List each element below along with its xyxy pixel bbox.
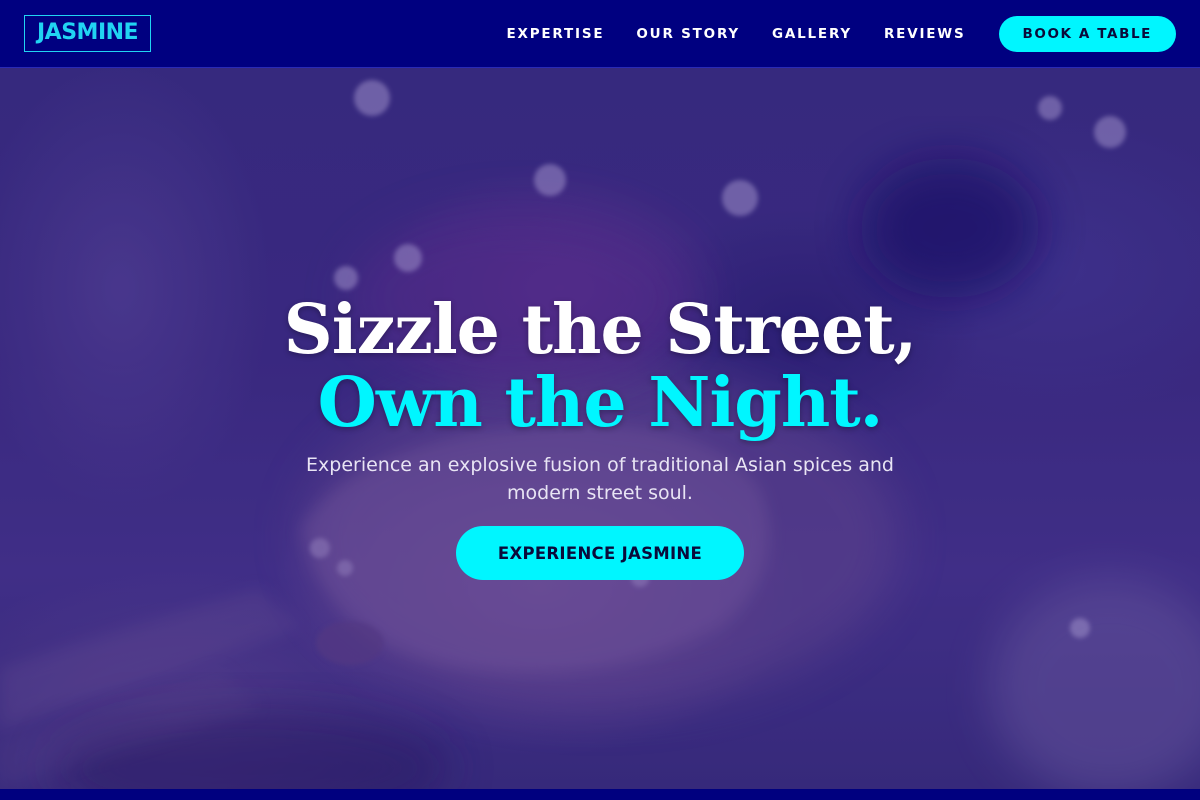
nav-links: EXPERTISE OUR STORY GALLERY REVIEWS (506, 26, 965, 42)
hero-headline-line2: Own the Night. (317, 363, 884, 443)
next-section-edge (0, 789, 1200, 800)
top-navbar: JASMINE EXPERTISE OUR STORY GALLERY REVI… (0, 0, 1200, 68)
nav-link-reviews[interactable]: REVIEWS (884, 26, 966, 42)
nav-link-expertise[interactable]: EXPERTISE (506, 26, 604, 42)
experience-jasmine-button[interactable]: EXPERIENCE JASMINE (456, 526, 744, 580)
book-a-table-button[interactable]: BOOK A TABLE (998, 15, 1176, 52)
nav-link-gallery[interactable]: GALLERY (772, 26, 852, 42)
hero-subtext: Experience an explosive fusion of tradit… (306, 454, 894, 504)
nav-link-our-story[interactable]: OUR STORY (636, 26, 740, 42)
hero-headline-line1: Sizzle the Street, (283, 290, 918, 370)
hero-section: Sizzle the Street, Own the Night. Experi… (0, 68, 1200, 789)
logo[interactable]: JASMINE (24, 15, 152, 52)
